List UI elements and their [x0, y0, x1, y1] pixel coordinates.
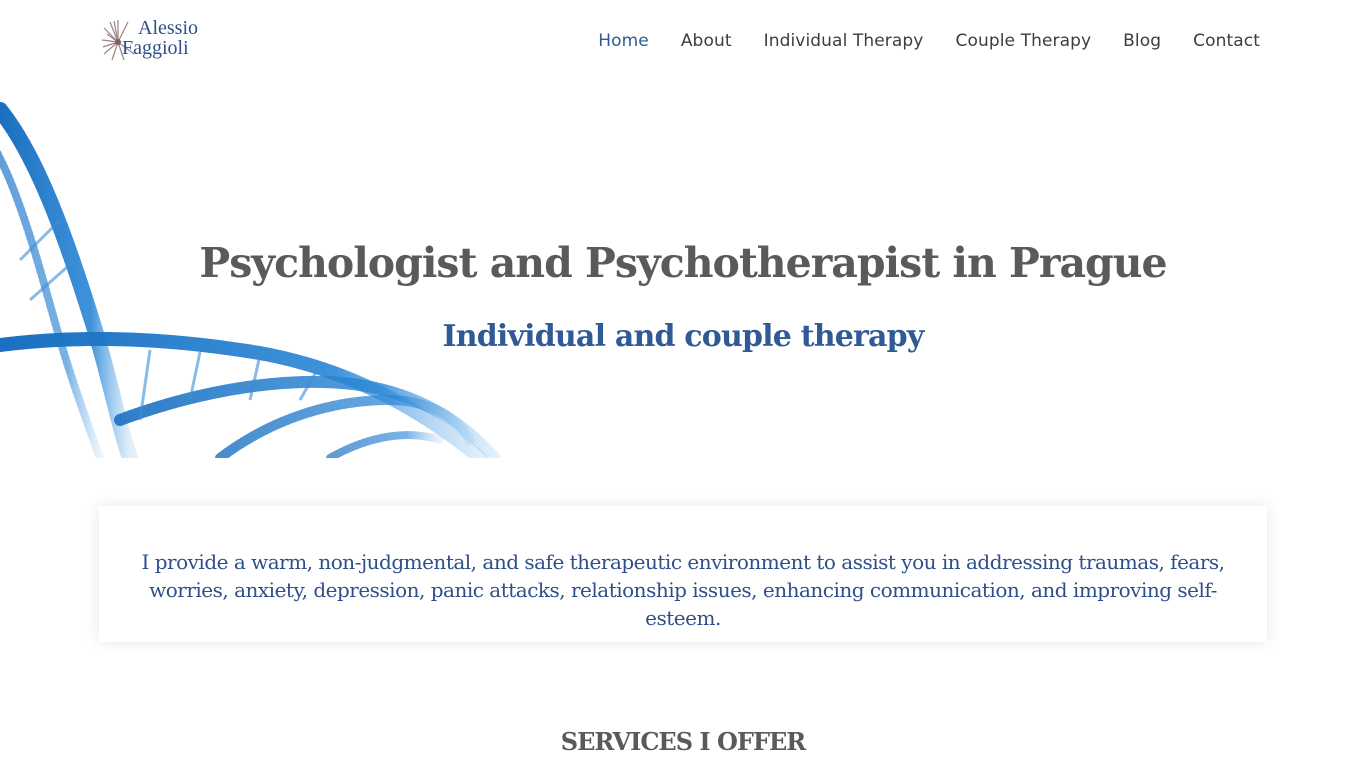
nav-item-about[interactable]: About [681, 30, 732, 52]
intro-card: I provide a warm, non-judgmental, and sa… [99, 506, 1267, 642]
logo-line-second: Faggioli [122, 37, 189, 59]
intro-text: I provide a warm, non-judgmental, and sa… [141, 550, 1225, 630]
hero-subtitle: Individual and couple therapy [442, 318, 925, 354]
nav-item-couple-therapy[interactable]: Couple Therapy [955, 30, 1091, 52]
logo-line-first: Alessio [138, 17, 198, 39]
nav-item-contact[interactable]: Contact [1193, 30, 1260, 52]
site-header: Alessio Faggioli Home About Individual T… [0, 0, 1366, 84]
hero-title: Psychologist and Psychotherapist in Prag… [199, 239, 1167, 288]
hero-section: Psychologist and Psychotherapist in Prag… [0, 100, 1366, 458]
nav-item-home[interactable]: Home [598, 30, 649, 52]
site-logo[interactable]: Alessio Faggioli [100, 16, 210, 66]
main-nav: Home About Individual Therapy Couple The… [566, 30, 1260, 52]
nav-item-individual-therapy[interactable]: Individual Therapy [764, 30, 924, 52]
services-heading: SERVICES I OFFER [560, 727, 806, 756]
logo-text: Alessio Faggioli [122, 18, 198, 58]
nav-item-blog[interactable]: Blog [1123, 30, 1161, 52]
